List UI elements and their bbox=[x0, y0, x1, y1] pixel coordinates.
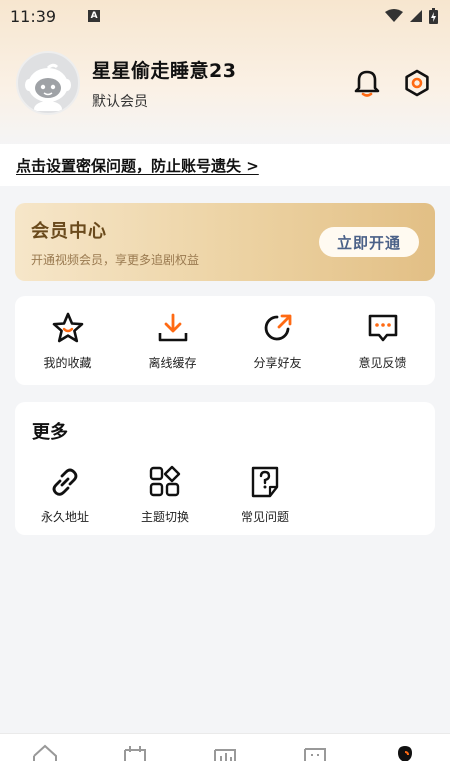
offline-cache-item[interactable]: 离线缓存 bbox=[120, 296, 225, 385]
more-card: 更多 永久地址 主题切换 常见问题 bbox=[15, 402, 435, 535]
notification-badge: A bbox=[88, 10, 101, 22]
calendar-icon[interactable] bbox=[122, 744, 148, 761]
security-question-link[interactable]: 点击设置密保问题，防止账号遗失 > bbox=[0, 144, 450, 186]
bell-icon[interactable] bbox=[352, 68, 382, 98]
star-icon bbox=[50, 310, 86, 346]
more-title: 更多 bbox=[32, 422, 68, 443]
favorites-label: 我的收藏 bbox=[43, 356, 92, 370]
signal-icon bbox=[410, 10, 422, 22]
member-status: 默认会员 bbox=[92, 93, 148, 110]
bottom-nav bbox=[0, 733, 450, 761]
security-question-text[interactable]: 点击设置密保问题，防止账号遗失 > bbox=[16, 157, 259, 175]
theme-switch-item[interactable]: 主题切换 bbox=[115, 464, 215, 525]
mascot-avatar-icon bbox=[25, 63, 71, 111]
faq-icon bbox=[247, 464, 283, 500]
wifi-icon bbox=[385, 9, 403, 22]
faq-label: 常见问题 bbox=[240, 510, 289, 524]
avatar[interactable] bbox=[16, 51, 80, 115]
profile-icon[interactable] bbox=[392, 744, 418, 761]
open-vip-button[interactable]: 立即开通 bbox=[319, 227, 419, 257]
favorites-item[interactable]: 我的收藏 bbox=[15, 296, 120, 385]
share-item[interactable]: 分享好友 bbox=[225, 296, 330, 385]
vip-center-card[interactable]: 会员中心 开通视频会员，享更多追剧权益 立即开通 bbox=[15, 203, 435, 281]
feedback-label: 意见反馈 bbox=[358, 356, 407, 370]
profile-header[interactable]: 星星偷走睡意23 默认会员 bbox=[16, 50, 434, 116]
theme-switch-label: 主题切换 bbox=[140, 510, 189, 524]
offline-cache-label: 离线缓存 bbox=[148, 356, 197, 370]
settings-icon[interactable] bbox=[402, 68, 432, 98]
username[interactable]: 星星偷走睡意23 bbox=[92, 56, 236, 83]
chart-icon[interactable] bbox=[212, 744, 238, 761]
home-icon[interactable] bbox=[32, 744, 58, 761]
battery-icon bbox=[429, 8, 438, 24]
feedback-item[interactable]: 意见反馈 bbox=[330, 296, 435, 385]
link-icon bbox=[47, 464, 83, 500]
quick-actions-card: 我的收藏 离线缓存 分享好友 意见反馈 bbox=[15, 296, 435, 385]
share-icon bbox=[260, 310, 296, 346]
status-bar: 11:39 A bbox=[0, 0, 450, 32]
permanent-address-label: 永久地址 bbox=[40, 510, 89, 524]
faq-item[interactable]: 常见问题 bbox=[215, 464, 315, 525]
status-time: 11:39 bbox=[10, 6, 57, 26]
permanent-address-item[interactable]: 永久地址 bbox=[15, 464, 115, 525]
tv-icon[interactable] bbox=[302, 744, 328, 761]
download-icon bbox=[155, 310, 191, 346]
share-label: 分享好友 bbox=[253, 356, 302, 370]
feedback-icon bbox=[365, 310, 401, 346]
theme-grid-icon bbox=[147, 464, 183, 500]
